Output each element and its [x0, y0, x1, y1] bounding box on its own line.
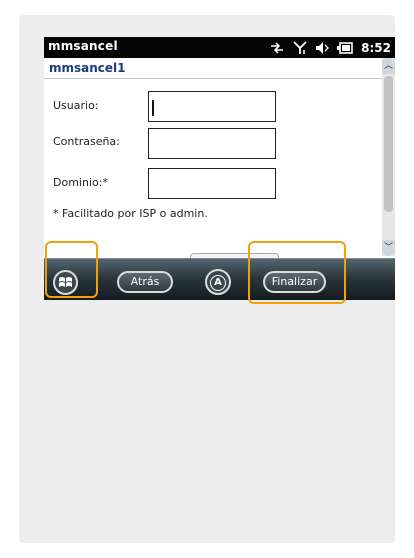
status-time: 8:52	[361, 40, 391, 55]
user-input[interactable]	[148, 91, 276, 122]
status-app-name: mmsancel	[48, 39, 118, 53]
keyboard-icon: A	[210, 274, 226, 291]
battery-icon	[337, 41, 353, 55]
soft-key-bar: Atrás A Finalizar	[44, 258, 395, 300]
start-button[interactable]	[53, 270, 78, 295]
finish-button-label: Finalizar	[271, 275, 318, 288]
keyboard-button[interactable]: A	[205, 269, 231, 295]
back-button-label: Atrás	[130, 275, 160, 288]
status-icons: 8:52	[269, 37, 391, 58]
volume-icon	[315, 41, 330, 55]
scroll-thumb[interactable]	[384, 76, 393, 212]
password-label: Contraseña:	[53, 135, 120, 148]
finish-button[interactable]: Finalizar	[263, 271, 326, 293]
status-bar: mmsancel 8:52	[44, 37, 395, 58]
vertical-scrollbar[interactable]: ︿ ﹀	[382, 58, 395, 256]
user-label: Usuario:	[53, 99, 99, 112]
back-button[interactable]: Atrás	[117, 271, 173, 293]
domain-label: Dominio:*	[53, 176, 108, 189]
scroll-up-button[interactable]: ︿	[382, 58, 395, 74]
footnote-text: * Facilitado por ISP o admin.	[53, 207, 208, 220]
device-screen: mmsancel 8:52 mmsancel1 ︿ ﹀ Usuario: Con…	[44, 37, 395, 300]
title-bar: mmsancel1	[44, 58, 382, 79]
chevron-up-icon: ︿	[383, 61, 393, 71]
scroll-down-button[interactable]: ﹀	[382, 240, 395, 256]
domain-input[interactable]	[148, 168, 276, 199]
data-connection-icon	[269, 41, 285, 55]
chevron-down-icon: ﹀	[383, 243, 393, 253]
signal-strength-icon	[293, 40, 307, 55]
text-caret	[152, 100, 154, 116]
page-title: mmsancel1	[49, 61, 126, 75]
password-input[interactable]	[148, 128, 276, 159]
